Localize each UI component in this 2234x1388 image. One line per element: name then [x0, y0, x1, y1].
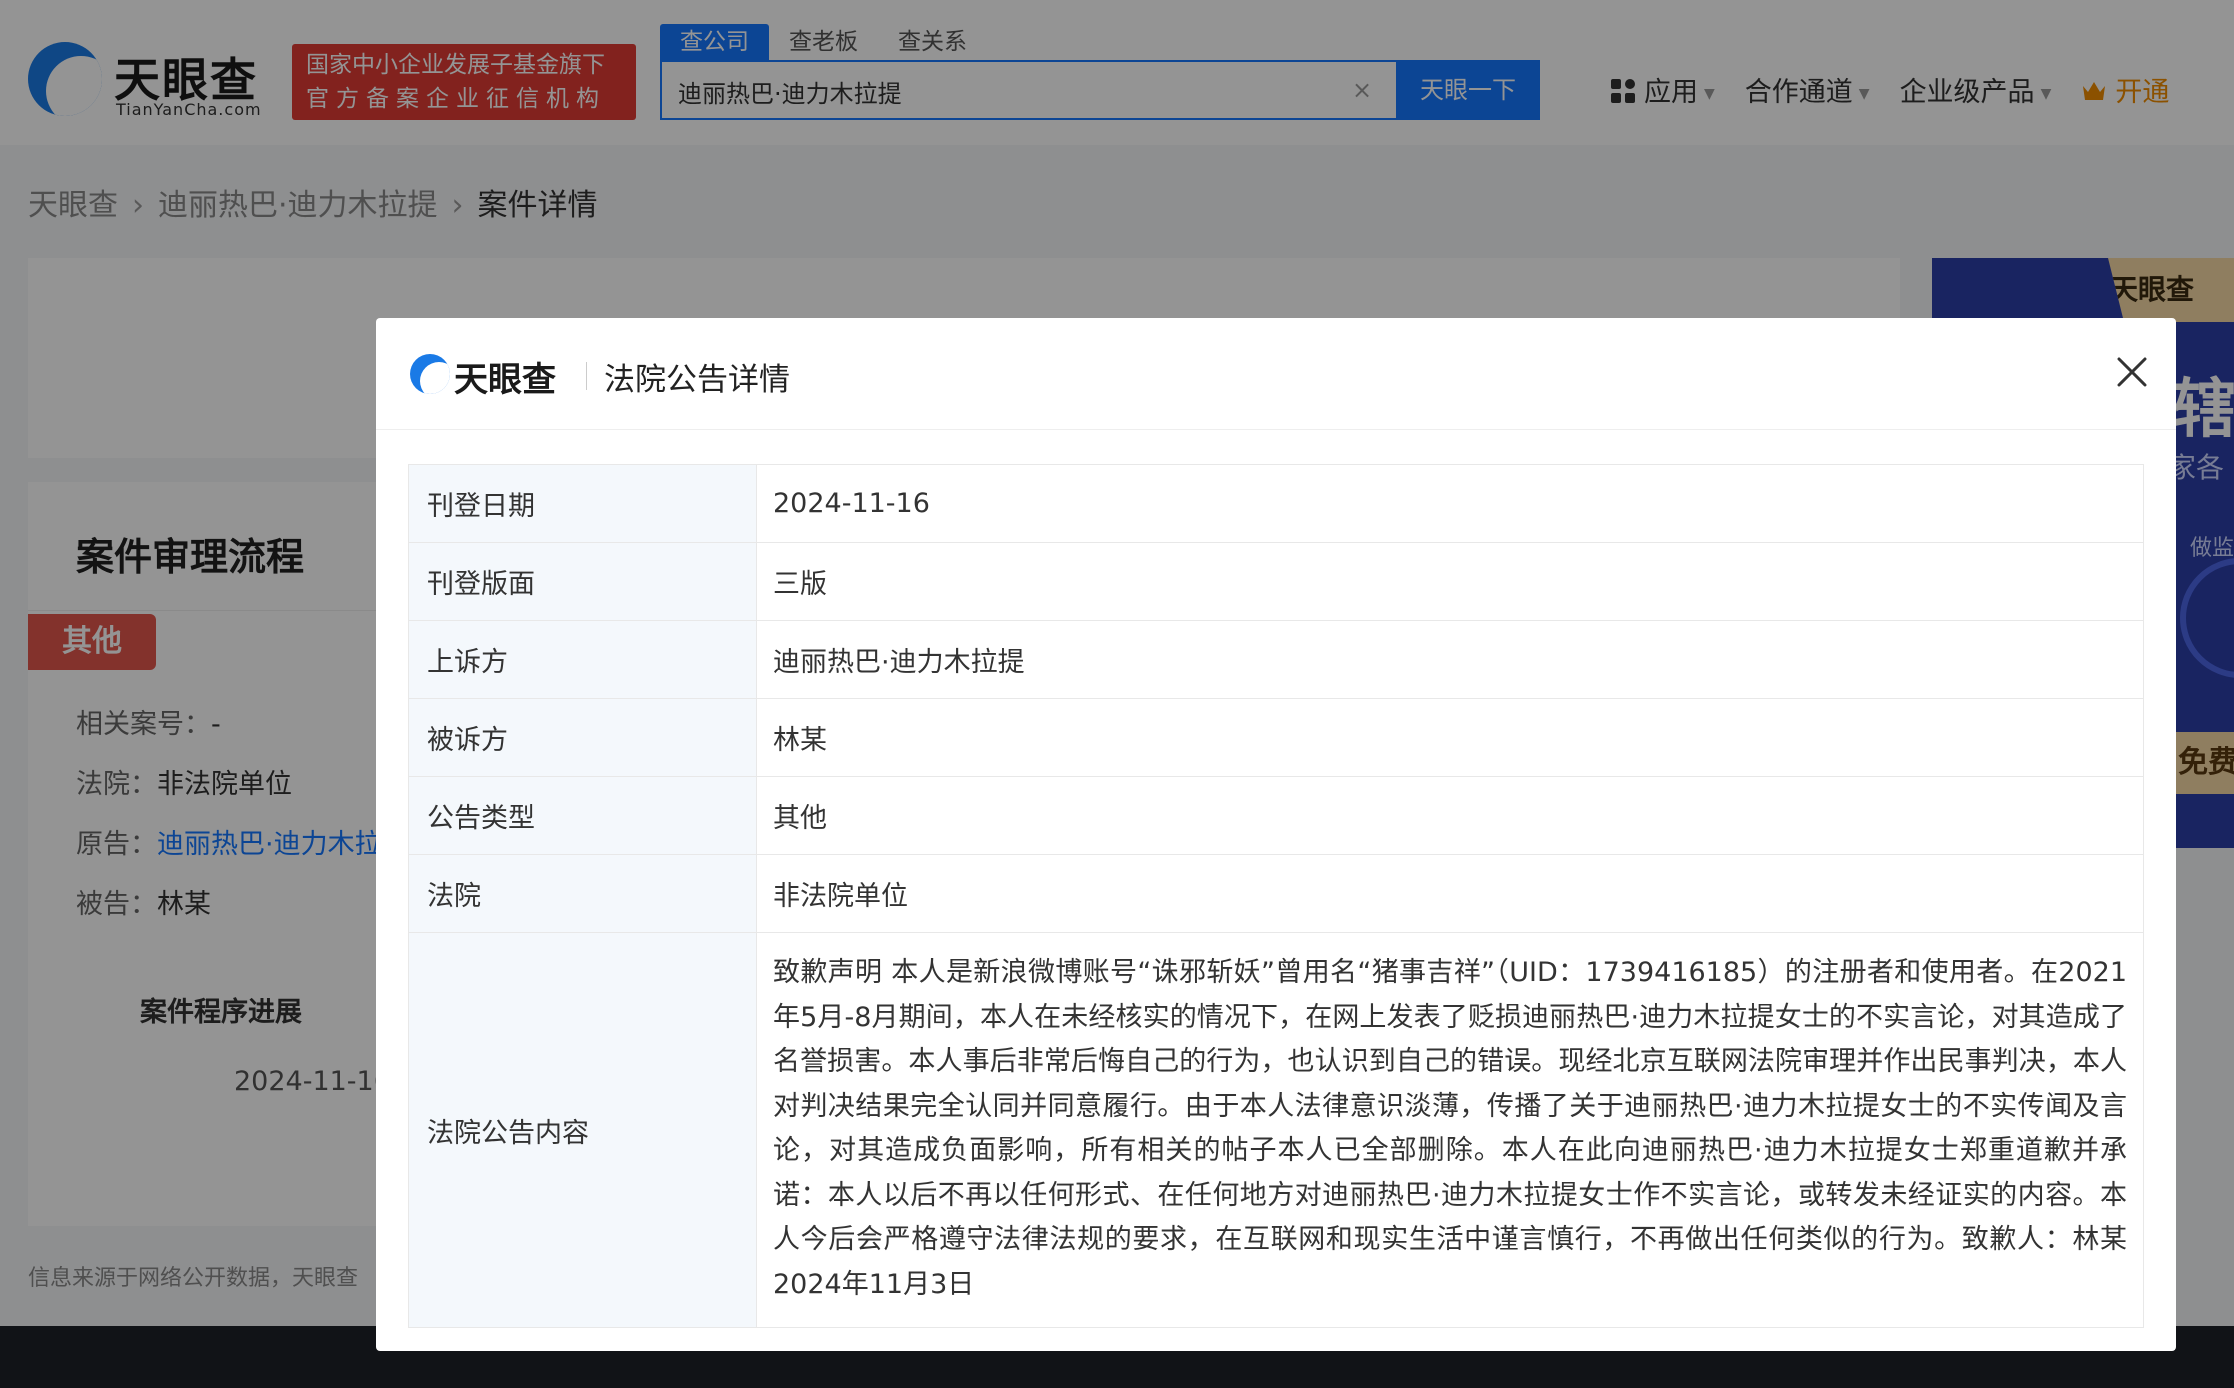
modal-title: 法院公告详情	[604, 362, 790, 398]
row-value-respondent: 林某	[756, 698, 2144, 777]
row-label-respondent: 被诉方	[408, 698, 757, 777]
close-icon[interactable]	[2114, 354, 2150, 390]
header-separator	[586, 362, 587, 390]
table-row: 刊登版面 三版	[408, 542, 2144, 621]
row-label-publish-page: 刊登版面	[408, 542, 757, 621]
modal-logo-text: 天眼查	[454, 360, 556, 400]
row-value-publish-date: 2024-11-16	[756, 464, 2144, 543]
row-value-content: 致歉声明 本人是新浪微博账号“诛邪斩妖”曾用名“猪事吉祥”（UID：173941…	[756, 932, 2144, 1328]
court-notice-modal: 天眼查 法院公告详情 刊登日期 2024-11-16 刊登版面 三版 上诉方 迪…	[376, 318, 2176, 1351]
table-row: 上诉方 迪丽热巴·迪力木拉提	[408, 620, 2144, 699]
table-row: 法院公告内容 致歉声明 本人是新浪微博账号“诛邪斩妖”曾用名“猪事吉祥”（UID…	[408, 932, 2144, 1328]
row-value-court: 非法院单位	[756, 854, 2144, 933]
logo-mark-icon	[410, 354, 450, 394]
row-value-notice-type: 其他	[756, 776, 2144, 855]
table-row: 公告类型 其他	[408, 776, 2144, 855]
row-label-content: 法院公告内容	[408, 932, 757, 1328]
notice-detail-table: 刊登日期 2024-11-16 刊登版面 三版 上诉方 迪丽热巴·迪力木拉提 被…	[408, 464, 2144, 1328]
row-label-publish-date: 刊登日期	[408, 464, 757, 543]
table-row: 法院 非法院单位	[408, 854, 2144, 933]
row-value-appellant: 迪丽热巴·迪力木拉提	[756, 620, 2144, 699]
modal-header: 天眼查 法院公告详情	[376, 318, 2176, 430]
row-label-appellant: 上诉方	[408, 620, 757, 699]
table-row: 刊登日期 2024-11-16	[408, 464, 2144, 543]
table-row: 被诉方 林某	[408, 698, 2144, 777]
row-value-publish-page: 三版	[756, 542, 2144, 621]
row-label-notice-type: 公告类型	[408, 776, 757, 855]
modal-logo: 天眼查	[410, 352, 590, 400]
row-label-court: 法院	[408, 854, 757, 933]
